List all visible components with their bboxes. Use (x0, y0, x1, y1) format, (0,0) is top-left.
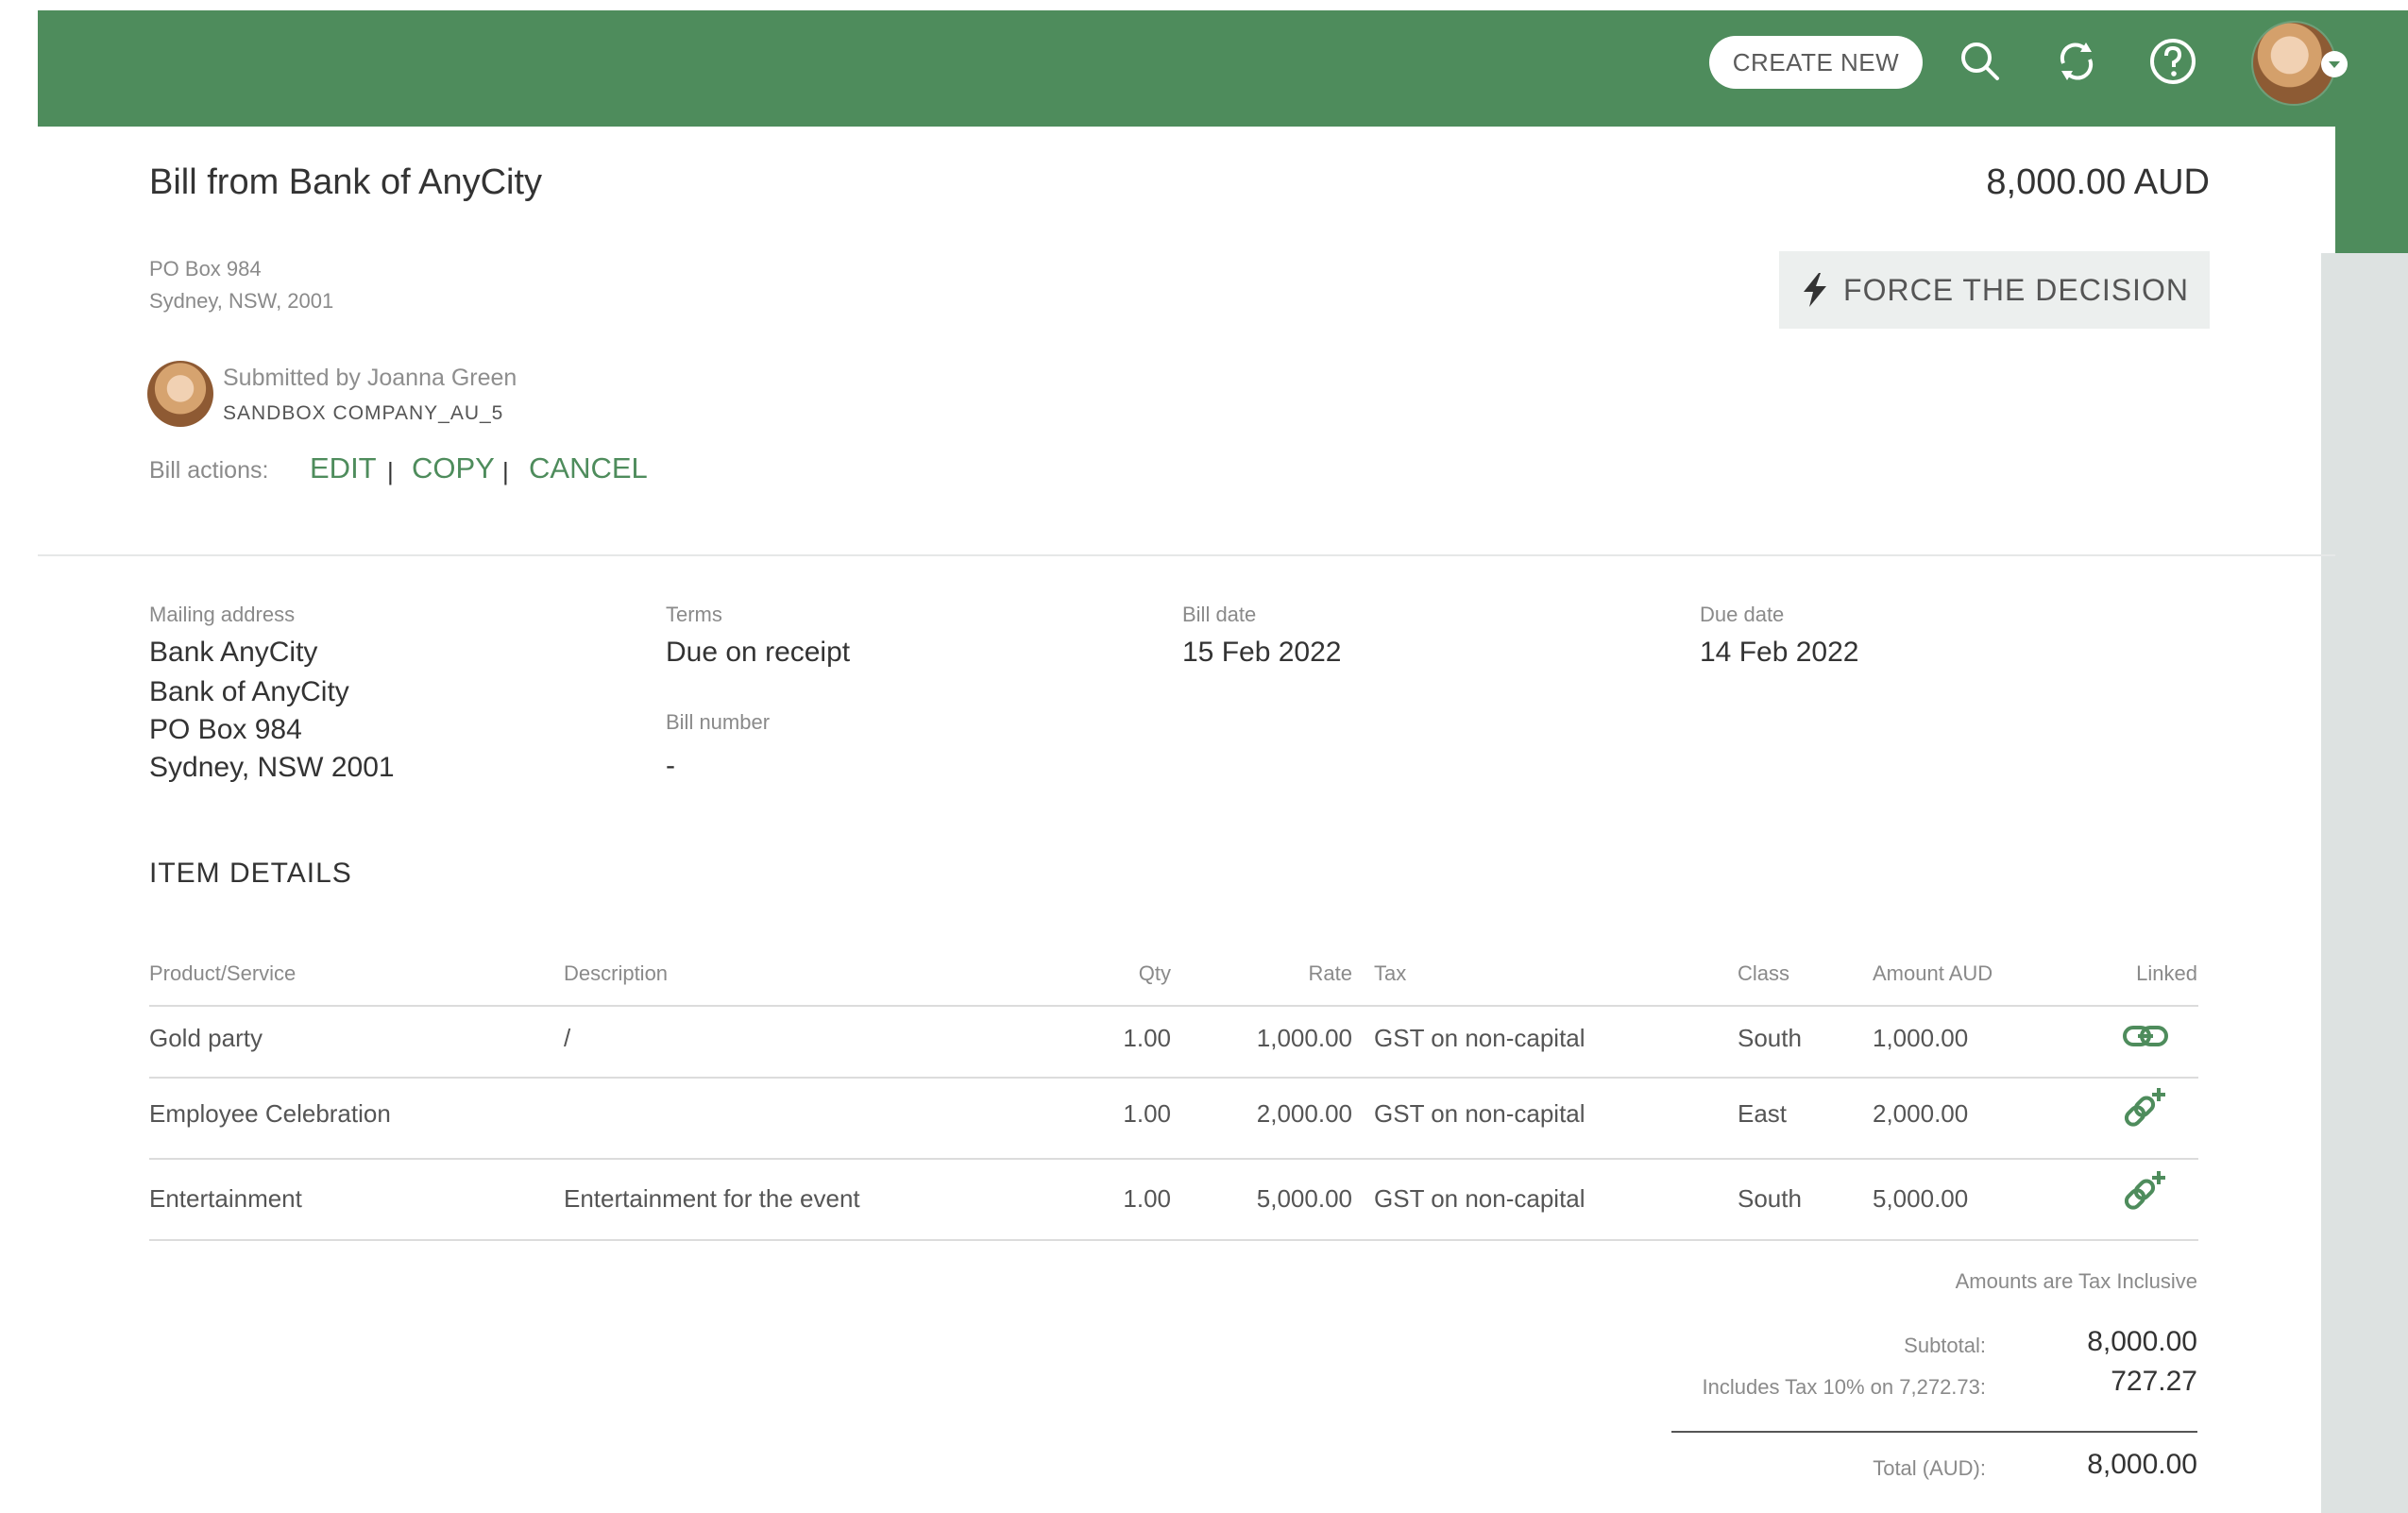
add-link-icon[interactable] (2121, 1167, 2170, 1216)
help-icon[interactable] (2145, 34, 2200, 89)
table-cell-rate: 2,000.00 (1256, 1099, 1352, 1128)
table-cell-qty: 1.00 (1123, 1184, 1171, 1213)
due-date-label: Due date (1700, 603, 1785, 626)
mailing-address-line: PO Box 984 (149, 714, 302, 745)
terms-value: Due on receipt (666, 637, 851, 668)
submitter-avatar (147, 361, 213, 427)
copy-link[interactable]: COPY (412, 451, 495, 485)
bill-amount: 8,000.00 AUD (1986, 162, 2210, 202)
table-cell-tax: GST on non-capital (1374, 1024, 1586, 1052)
subtotal-value: 8,000.00 (2087, 1326, 2197, 1357)
column-header-tax: Tax (1374, 961, 1407, 985)
table-cell-product: Entertainment (149, 1184, 302, 1213)
bill-actions-label: Bill actions: (149, 457, 269, 484)
table-cell-product: Employee Celebration (149, 1099, 391, 1128)
cancel-link[interactable]: CANCEL (529, 451, 648, 485)
table-cell-tax: GST on non-capital (1374, 1099, 1586, 1128)
column-header-rate: Rate (1308, 961, 1352, 985)
action-separator: | (387, 457, 394, 485)
table-cell-class: South (1738, 1184, 1802, 1213)
total-label: Total (AUD): (1873, 1456, 1986, 1480)
chevron-down-icon[interactable] (2321, 51, 2348, 77)
column-header-product: Product/Service (149, 961, 297, 985)
section-divider (38, 554, 2335, 556)
side-accent (2335, 127, 2408, 253)
table-cell-qty: 1.00 (1123, 1024, 1171, 1052)
column-header-amount: Amount AUD (1873, 961, 1993, 985)
table-cell-amount: 5,000.00 (1873, 1184, 1969, 1213)
subtotal-label: Subtotal: (1904, 1334, 1986, 1357)
table-cell-description: Entertainment for the event (564, 1184, 860, 1213)
table-row-divider (149, 1077, 2198, 1079)
table-row-divider (149, 1239, 2198, 1241)
item-details-title: ITEM DETAILS (149, 858, 352, 889)
column-header-description: Description (564, 961, 669, 985)
terms-label: Terms (666, 603, 722, 626)
table-cell-tax: GST on non-capital (1374, 1184, 1586, 1213)
mailing-address-line: Sydney, NSW 2001 (149, 752, 395, 783)
table-cell-class: East (1738, 1099, 1788, 1128)
total-value: 8,000.00 (2087, 1449, 2197, 1480)
add-link-icon[interactable] (2121, 1084, 2170, 1133)
table-cell-amount: 2,000.00 (1873, 1099, 1969, 1128)
tax-inclusive-note: Amounts are Tax Inclusive (1955, 1269, 2197, 1293)
force-decision-label: FORCE THE DECISION (1843, 272, 2189, 307)
table-cell-product: Gold party (149, 1024, 263, 1052)
edit-link[interactable]: EDIT (310, 451, 377, 485)
refresh-icon[interactable] (2049, 34, 2104, 89)
table-cell-amount: 1,000.00 (1873, 1024, 1969, 1052)
table-cell-qty: 1.00 (1123, 1099, 1171, 1128)
mailing-address-line: Bank of AnyCity (149, 676, 349, 707)
vendor-address-line-1: PO Box 984 (149, 257, 262, 280)
due-date-value: 14 Feb 2022 (1700, 637, 1859, 668)
bill-number-value: - (666, 750, 675, 781)
search-icon[interactable] (1953, 34, 2008, 89)
lightning-icon (1804, 273, 1827, 307)
table-cell-rate: 5,000.00 (1256, 1184, 1352, 1213)
link-icon[interactable] (2121, 1012, 2170, 1062)
force-decision-button[interactable]: FORCE THE DECISION (1779, 251, 2210, 329)
vendor-address-line-2: Sydney, NSW, 2001 (149, 289, 334, 313)
tax-label: Includes Tax 10% on 7,272.73: (1702, 1375, 1986, 1399)
action-separator: | (502, 457, 509, 485)
page-title: Bill from Bank of AnyCity (149, 162, 543, 202)
column-header-qty: Qty (1138, 961, 1171, 985)
company-name: SANDBOX COMPANY_AU_5 (223, 402, 504, 424)
table-row-divider (149, 1005, 2198, 1007)
bill-number-label: Bill number (666, 710, 771, 734)
bill-date-value: 15 Feb 2022 (1182, 637, 1342, 668)
create-new-button[interactable]: CREATE NEW (1709, 36, 1923, 89)
mailing-address-line: Bank AnyCity (149, 637, 318, 668)
table-cell-description: / (564, 1024, 571, 1052)
side-panel-background (2321, 253, 2408, 1513)
submitted-by: Submitted by Joanna Green (223, 365, 517, 391)
mailing-address-label: Mailing address (149, 603, 296, 626)
column-header-linked: Linked (2136, 961, 2197, 985)
totals-divider (1671, 1431, 2197, 1433)
tax-value: 727.27 (2111, 1366, 2197, 1397)
bill-date-label: Bill date (1182, 603, 1257, 626)
table-cell-class: South (1738, 1024, 1802, 1052)
table-cell-rate: 1,000.00 (1256, 1024, 1352, 1052)
column-header-class: Class (1738, 961, 1790, 985)
table-row-divider (149, 1158, 2198, 1160)
